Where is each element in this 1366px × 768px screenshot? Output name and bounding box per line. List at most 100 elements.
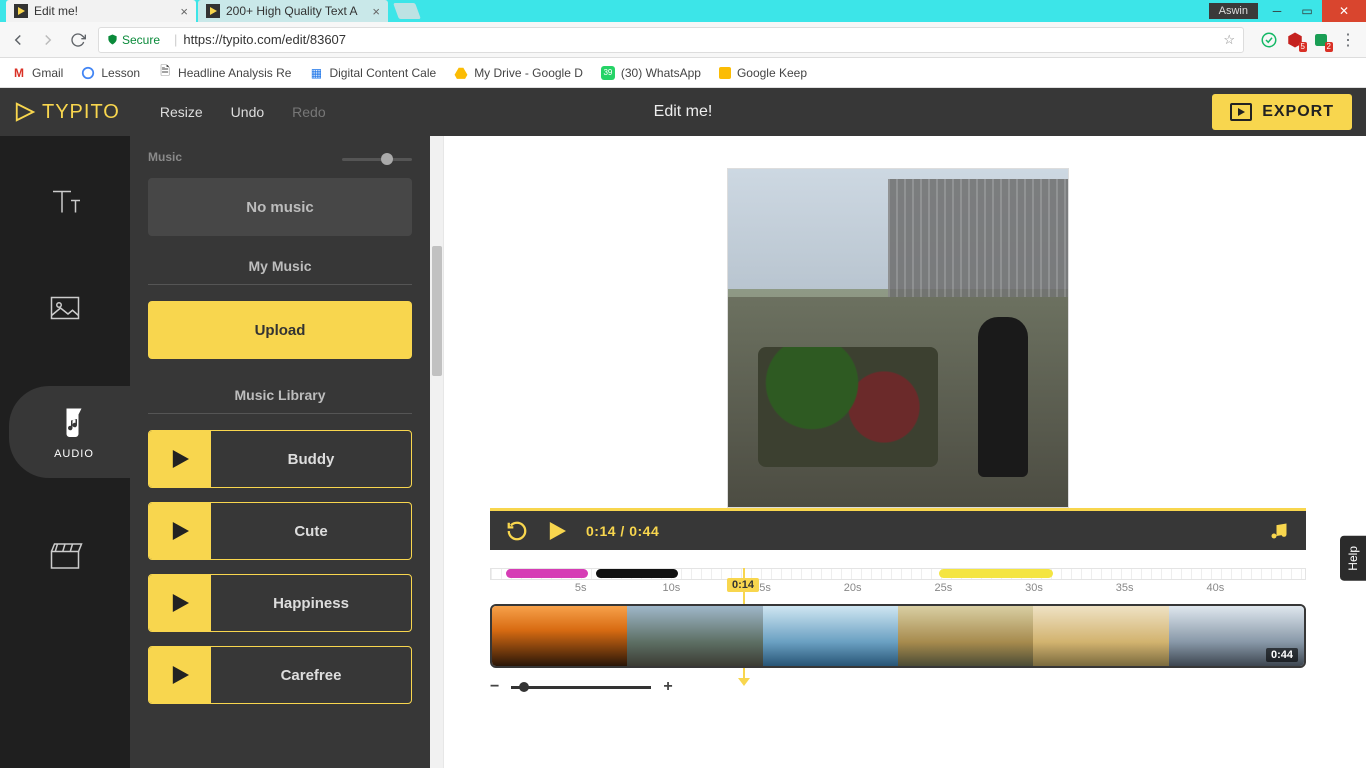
browser-tab-active[interactable]: Edit me! ×	[6, 0, 196, 22]
window-maximize-icon[interactable]: ▭	[1292, 0, 1322, 22]
resize-menu[interactable]: Resize	[160, 104, 203, 120]
bookmark-item[interactable]: MGmail	[12, 66, 63, 80]
timeline-clip-marker[interactable]	[506, 569, 588, 578]
scrollbar[interactable]	[430, 136, 444, 768]
url-text: https://typito.com/edit/83607	[183, 32, 346, 47]
video-preview[interactable]	[727, 168, 1069, 508]
bookmark-item[interactable]: Google Keep	[719, 66, 807, 80]
track-play-icon[interactable]	[149, 503, 211, 559]
google-icon	[81, 66, 95, 80]
rewind-button[interactable]	[506, 520, 528, 542]
track-play-icon[interactable]	[149, 431, 211, 487]
window-close-icon[interactable]: ✕	[1322, 0, 1366, 22]
clip-thumb[interactable]	[627, 606, 762, 666]
export-button[interactable]: EXPORT	[1212, 94, 1352, 130]
music-volume-slider[interactable]	[342, 158, 412, 161]
rail-audio[interactable]: AUDIO	[9, 386, 139, 478]
os-user-badge[interactable]: Aswin	[1209, 3, 1258, 19]
no-music-button[interactable]: No music	[148, 178, 412, 236]
browser-toolbar: Secure | https://typito.com/edit/83607 ☆…	[0, 22, 1366, 58]
bookmark-item[interactable]: ▦Digital Content Cale	[309, 66, 436, 80]
bookmark-item[interactable]: 39(30) WhatsApp	[601, 66, 701, 80]
play-button[interactable]	[546, 520, 568, 542]
zoom-in-icon[interactable]: +	[663, 678, 672, 696]
track-item[interactable]: Cute	[148, 502, 412, 560]
clapboard-icon	[47, 538, 83, 574]
ruler-tick: 5s	[575, 582, 587, 594]
bookmark-item[interactable]: Lesson	[81, 66, 140, 80]
clip-thumb[interactable]	[763, 606, 898, 666]
zoom-out-icon[interactable]: −	[490, 678, 499, 696]
rail-video[interactable]	[0, 528, 130, 584]
total-duration: 0:44	[1266, 648, 1298, 662]
tab-close-icon[interactable]: ×	[372, 4, 380, 19]
ruler-tick: 35s	[1116, 582, 1134, 594]
tab-close-icon[interactable]: ×	[180, 4, 188, 19]
app-root: TYPITO Resize Undo Redo Edit me! EXPORT …	[0, 88, 1366, 768]
timeline: 5s10s15s20s25s30s35s40s 0:14 0:44	[490, 568, 1306, 696]
time-display: 0:14 / 0:44	[586, 523, 659, 539]
app-logo[interactable]: TYPITO	[14, 101, 120, 124]
secure-indicator: Secure	[107, 33, 160, 47]
keep-icon	[719, 67, 731, 79]
ruler-tick: 30s	[1025, 582, 1043, 594]
rail-text[interactable]	[0, 174, 130, 230]
timeline-ruler[interactable]: 5s10s15s20s25s30s35s40s 0:14	[490, 568, 1306, 598]
page-icon: 🗎	[158, 66, 172, 80]
music-toggle-icon[interactable]	[1268, 520, 1290, 542]
audio-icon	[56, 404, 92, 440]
zoom-slider[interactable]	[511, 686, 651, 689]
ruler-tick: 10s	[662, 582, 680, 594]
tab-title: Edit me!	[34, 4, 176, 18]
os-titlebar: Edit me! × 200+ High Quality Text A × As…	[0, 0, 1366, 22]
drive-icon	[454, 66, 468, 80]
extension-icon[interactable]	[1260, 31, 1278, 49]
my-music-heading: My Music	[148, 258, 412, 285]
forward-button	[38, 30, 58, 50]
timeline-clip-marker[interactable]	[939, 569, 1053, 578]
track-item[interactable]: Buddy	[148, 430, 412, 488]
track-play-icon[interactable]	[149, 575, 211, 631]
image-icon	[47, 290, 83, 326]
whatsapp-icon: 39	[601, 66, 615, 80]
timeline-clip-marker[interactable]	[596, 569, 678, 578]
clip-thumb[interactable]	[1033, 606, 1168, 666]
track-item[interactable]: Happiness	[148, 574, 412, 632]
music-volume-label: Music	[148, 150, 182, 164]
extension-icon[interactable]: 5	[1286, 31, 1304, 49]
bookmark-star-icon[interactable]: ☆	[1223, 32, 1235, 48]
tab-favicon	[14, 4, 28, 18]
ruler-tick: 20s	[844, 582, 862, 594]
redo-menu: Redo	[292, 104, 325, 120]
window-minimize-icon[interactable]: ─	[1262, 0, 1292, 22]
audio-panel: Music No music My Music Upload Music Lib…	[130, 136, 430, 768]
bookmark-item[interactable]: My Drive - Google D	[454, 66, 583, 80]
back-button[interactable]	[8, 30, 28, 50]
app-header: TYPITO Resize Undo Redo Edit me! EXPORT	[0, 88, 1366, 136]
bookmark-item[interactable]: 🗎Headline Analysis Re	[158, 66, 291, 80]
ruler-tick: 25s	[934, 582, 952, 594]
undo-menu[interactable]: Undo	[231, 104, 264, 120]
help-tab[interactable]: Help	[1340, 536, 1366, 581]
reload-button[interactable]	[68, 30, 88, 50]
project-title[interactable]: Edit me!	[654, 103, 713, 121]
editor-area: 0:14 / 0:44 5s10s15s20s25s30s35s40s 0:14	[430, 136, 1366, 768]
rail-image[interactable]	[0, 280, 130, 336]
browser-tabstrip: Edit me! × 200+ High Quality Text A ×	[6, 0, 418, 22]
browser-menu-icon[interactable]: ⋮	[1338, 30, 1358, 50]
clip-thumb[interactable]	[492, 606, 627, 666]
address-bar[interactable]: Secure | https://typito.com/edit/83607 ☆	[98, 27, 1244, 53]
upload-button[interactable]: Upload	[148, 301, 412, 359]
text-icon	[47, 184, 83, 220]
extension-icon[interactable]: 2	[1312, 31, 1330, 49]
player-bar: 0:14 / 0:44	[490, 508, 1306, 550]
clip-thumb[interactable]	[898, 606, 1033, 666]
tab-favicon	[206, 4, 220, 18]
track-play-icon[interactable]	[149, 647, 211, 703]
header-menu: Resize Undo Redo	[160, 104, 326, 120]
timeline-clips[interactable]: 0:44	[490, 604, 1306, 668]
browser-tab[interactable]: 200+ High Quality Text A ×	[198, 0, 388, 22]
new-tab-button[interactable]	[393, 3, 421, 19]
extensions-area: 5 2 ⋮	[1260, 30, 1358, 50]
track-item[interactable]: Carefree	[148, 646, 412, 704]
